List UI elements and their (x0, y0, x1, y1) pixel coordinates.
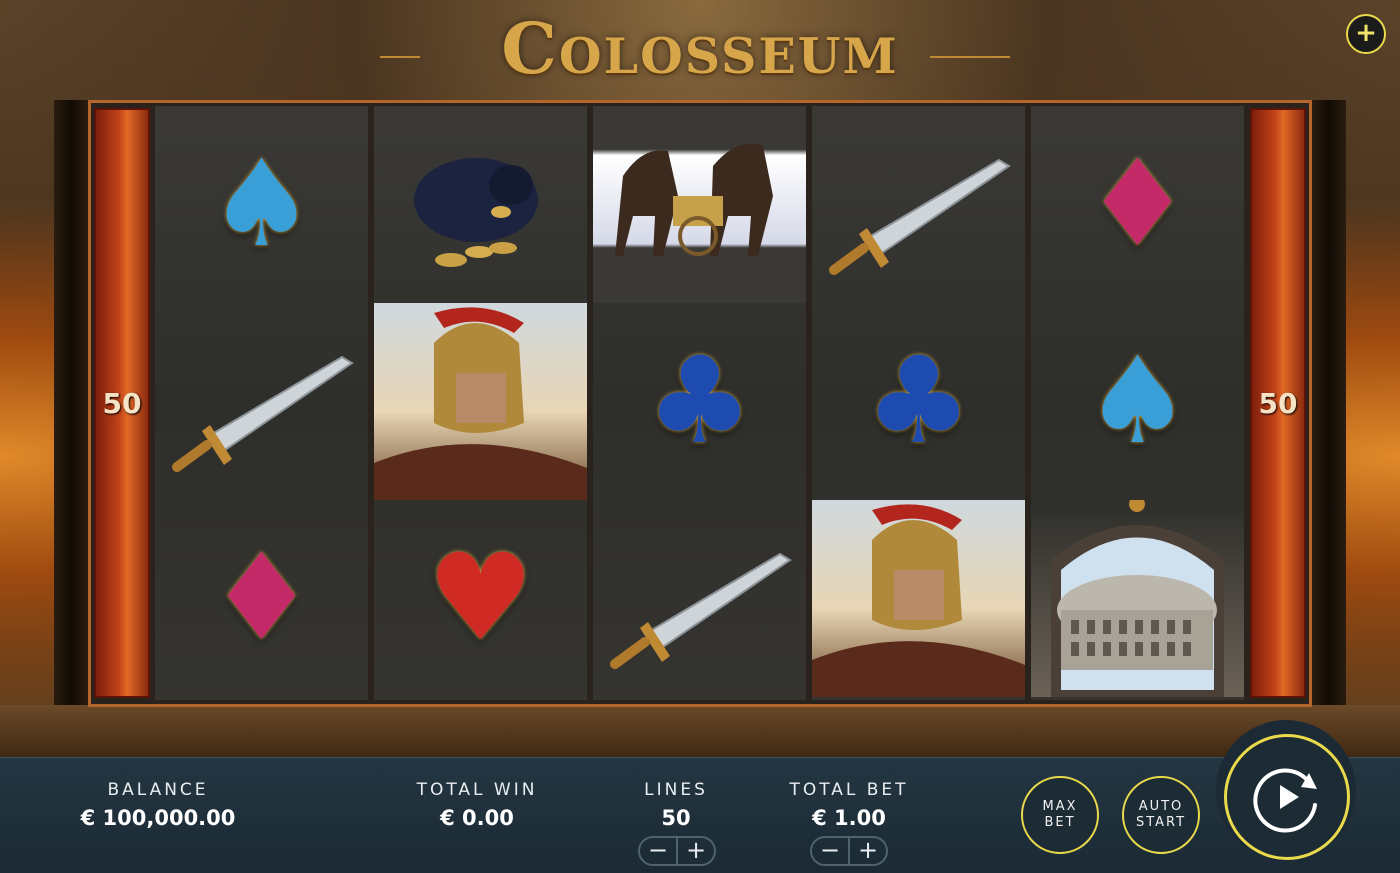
chariot-symbol (593, 106, 806, 303)
max-bet-button[interactable]: MAX BET (1021, 776, 1099, 854)
reel-2: ♥ (374, 106, 587, 700)
max-bet-label-line2: BET (1044, 815, 1076, 830)
reel-3-symbol-2: ♣ (593, 303, 806, 500)
spade-symbol-icon: ♠ (207, 134, 316, 274)
spade-symbol-icon: ♠ (1083, 331, 1192, 471)
total-win-label: TOTAL WIN (416, 780, 538, 800)
payline-count-left: 50 (102, 386, 142, 420)
sword-symbol-icon (828, 158, 1011, 275)
menu-plus-button[interactable]: + (1346, 14, 1386, 54)
reel-2-symbol-3: ♥ (374, 500, 587, 697)
payline-indicator-right: 50 (1250, 108, 1306, 698)
reel-3: ♣ (593, 106, 806, 700)
gladiator-helmet-icon (374, 307, 587, 500)
auto-start-button[interactable]: AUTO START (1122, 776, 1200, 854)
max-bet-label-line1: MAX (1042, 799, 1078, 814)
reel-4-symbol-2: ♣ (812, 303, 1025, 500)
chariot-horses-icon (615, 143, 773, 256)
reel-3-symbol-1 (593, 106, 806, 303)
lines-stepper: − + (638, 836, 716, 866)
spin-button[interactable] (1224, 734, 1350, 860)
diamond-symbol-icon: ♦ (207, 528, 316, 668)
reel-5-symbol-2: ♠ (1031, 303, 1244, 500)
balance-display: BALANCE € 100,000.00 (68, 780, 248, 830)
sword-symbol-icon (609, 552, 792, 669)
auto-start-label-line1: AUTO (1138, 799, 1184, 814)
gladiator-warrior-symbol (374, 303, 587, 500)
coin-bag-symbol-icon (413, 157, 538, 267)
reel-1-symbol-1: ♠ (155, 106, 368, 303)
lines-label: LINES (644, 780, 708, 800)
club-symbol-icon: ♣ (645, 331, 754, 471)
reel-2-symbol-2 (374, 303, 587, 500)
bet-increase-button[interactable]: + (850, 838, 886, 864)
balance-value: € 100,000.00 (80, 806, 236, 830)
reel-4: ♣ (812, 106, 1025, 700)
lines-decrease-button[interactable]: − (640, 838, 678, 864)
game-title: Colosseum (501, 6, 899, 90)
reel-1-symbol-2 (155, 303, 368, 500)
total-bet-label: TOTAL BET (789, 780, 909, 800)
left-pillar (54, 100, 88, 705)
sword-symbol-icon (171, 355, 354, 472)
colosseum-symbol (1031, 500, 1244, 697)
reel-5-symbol-1: ♦ (1031, 106, 1244, 303)
balance-label: BALANCE (107, 780, 209, 800)
reel-1-symbol-3: ♦ (155, 500, 368, 697)
heart-symbol-icon: ♥ (426, 528, 535, 668)
payline-count-right: 50 (1258, 386, 1298, 420)
game-title-logo: Colosseum (380, 6, 1020, 90)
reel-2-symbol-1 (374, 106, 587, 303)
reel-grid: ♠ ♦ ♥ ♣ ♣ ♦ ♠ (155, 106, 1246, 700)
reel-3-symbol-3 (593, 500, 806, 697)
auto-start-label-line2: START (1135, 815, 1187, 830)
reel-5-symbol-3 (1031, 500, 1244, 697)
arena-floor (0, 705, 1400, 760)
bet-stepper: − + (810, 836, 888, 866)
spin-play-icon (1253, 768, 1317, 833)
diamond-symbol-icon: ♦ (1083, 134, 1192, 274)
total-bet-display: TOTAL BET € 1.00 (770, 780, 928, 830)
total-win-value: € 0.00 (440, 806, 514, 830)
reel-4-symbol-1 (812, 106, 1025, 303)
gladiator-warrior-symbol (812, 500, 1025, 697)
payline-indicator-left: 50 (94, 108, 150, 698)
club-symbol-icon: ♣ (864, 331, 973, 471)
lines-value: 50 (661, 806, 691, 830)
lines-increase-button[interactable]: + (678, 838, 714, 864)
colosseum-building-icon (1051, 500, 1224, 697)
reel-1: ♠ ♦ (155, 106, 368, 700)
reel-4-symbol-3 (812, 500, 1025, 697)
bet-decrease-button[interactable]: − (812, 838, 850, 864)
right-pillar (1312, 100, 1346, 705)
gladiator-helmet-icon (812, 504, 1025, 697)
lines-display: LINES 50 (628, 780, 724, 830)
total-win-display: TOTAL WIN € 0.00 (396, 780, 558, 830)
total-bet-value: € 1.00 (812, 806, 886, 830)
title-decor-spear (930, 56, 1010, 58)
reel-5: ♦ ♠ (1031, 106, 1244, 700)
